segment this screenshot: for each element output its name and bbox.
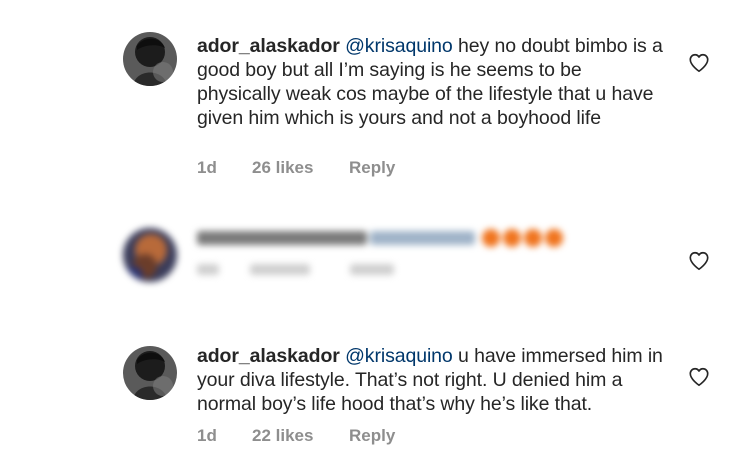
avatar[interactable]: [123, 346, 177, 400]
comment-meta: 1d 22 likes Reply: [197, 426, 395, 446]
comment-username[interactable]: ador_alaskador: [197, 345, 340, 367]
heart-outline-icon: [689, 53, 709, 73]
comment-mention[interactable]: @krisaquino: [345, 35, 453, 57]
avatar-photo: [123, 228, 177, 282]
comment-mention[interactable]: @krisaquino: [345, 345, 453, 367]
heart-outline-icon: [689, 367, 709, 387]
reply-button[interactable]: Reply: [349, 426, 395, 446]
comment-time: 1d: [197, 426, 217, 445]
avatar-photo: [123, 346, 177, 400]
comment-username[interactable]: ador_alaskador: [197, 35, 340, 57]
avatar-photo: [123, 32, 177, 86]
reply-button[interactable]: Reply: [349, 158, 395, 178]
heart-outline-icon: [689, 251, 709, 271]
comment-time: 1d: [197, 158, 217, 177]
avatar[interactable]: [123, 32, 177, 86]
comment-text: ador_alaskador @krisaquino u have immers…: [197, 344, 667, 416]
like-button[interactable]: [688, 250, 710, 272]
avatar[interactable]: [123, 228, 177, 282]
comment-meta: 1d 26 likes Reply: [197, 158, 395, 178]
like-button[interactable]: [688, 366, 710, 388]
comment-likes[interactable]: 22 likes: [252, 426, 349, 446]
comment-text: ador_alaskador @krisaquino hey no doubt …: [197, 34, 667, 130]
comment-likes[interactable]: 26 likes: [252, 158, 349, 178]
like-button[interactable]: [688, 52, 710, 74]
